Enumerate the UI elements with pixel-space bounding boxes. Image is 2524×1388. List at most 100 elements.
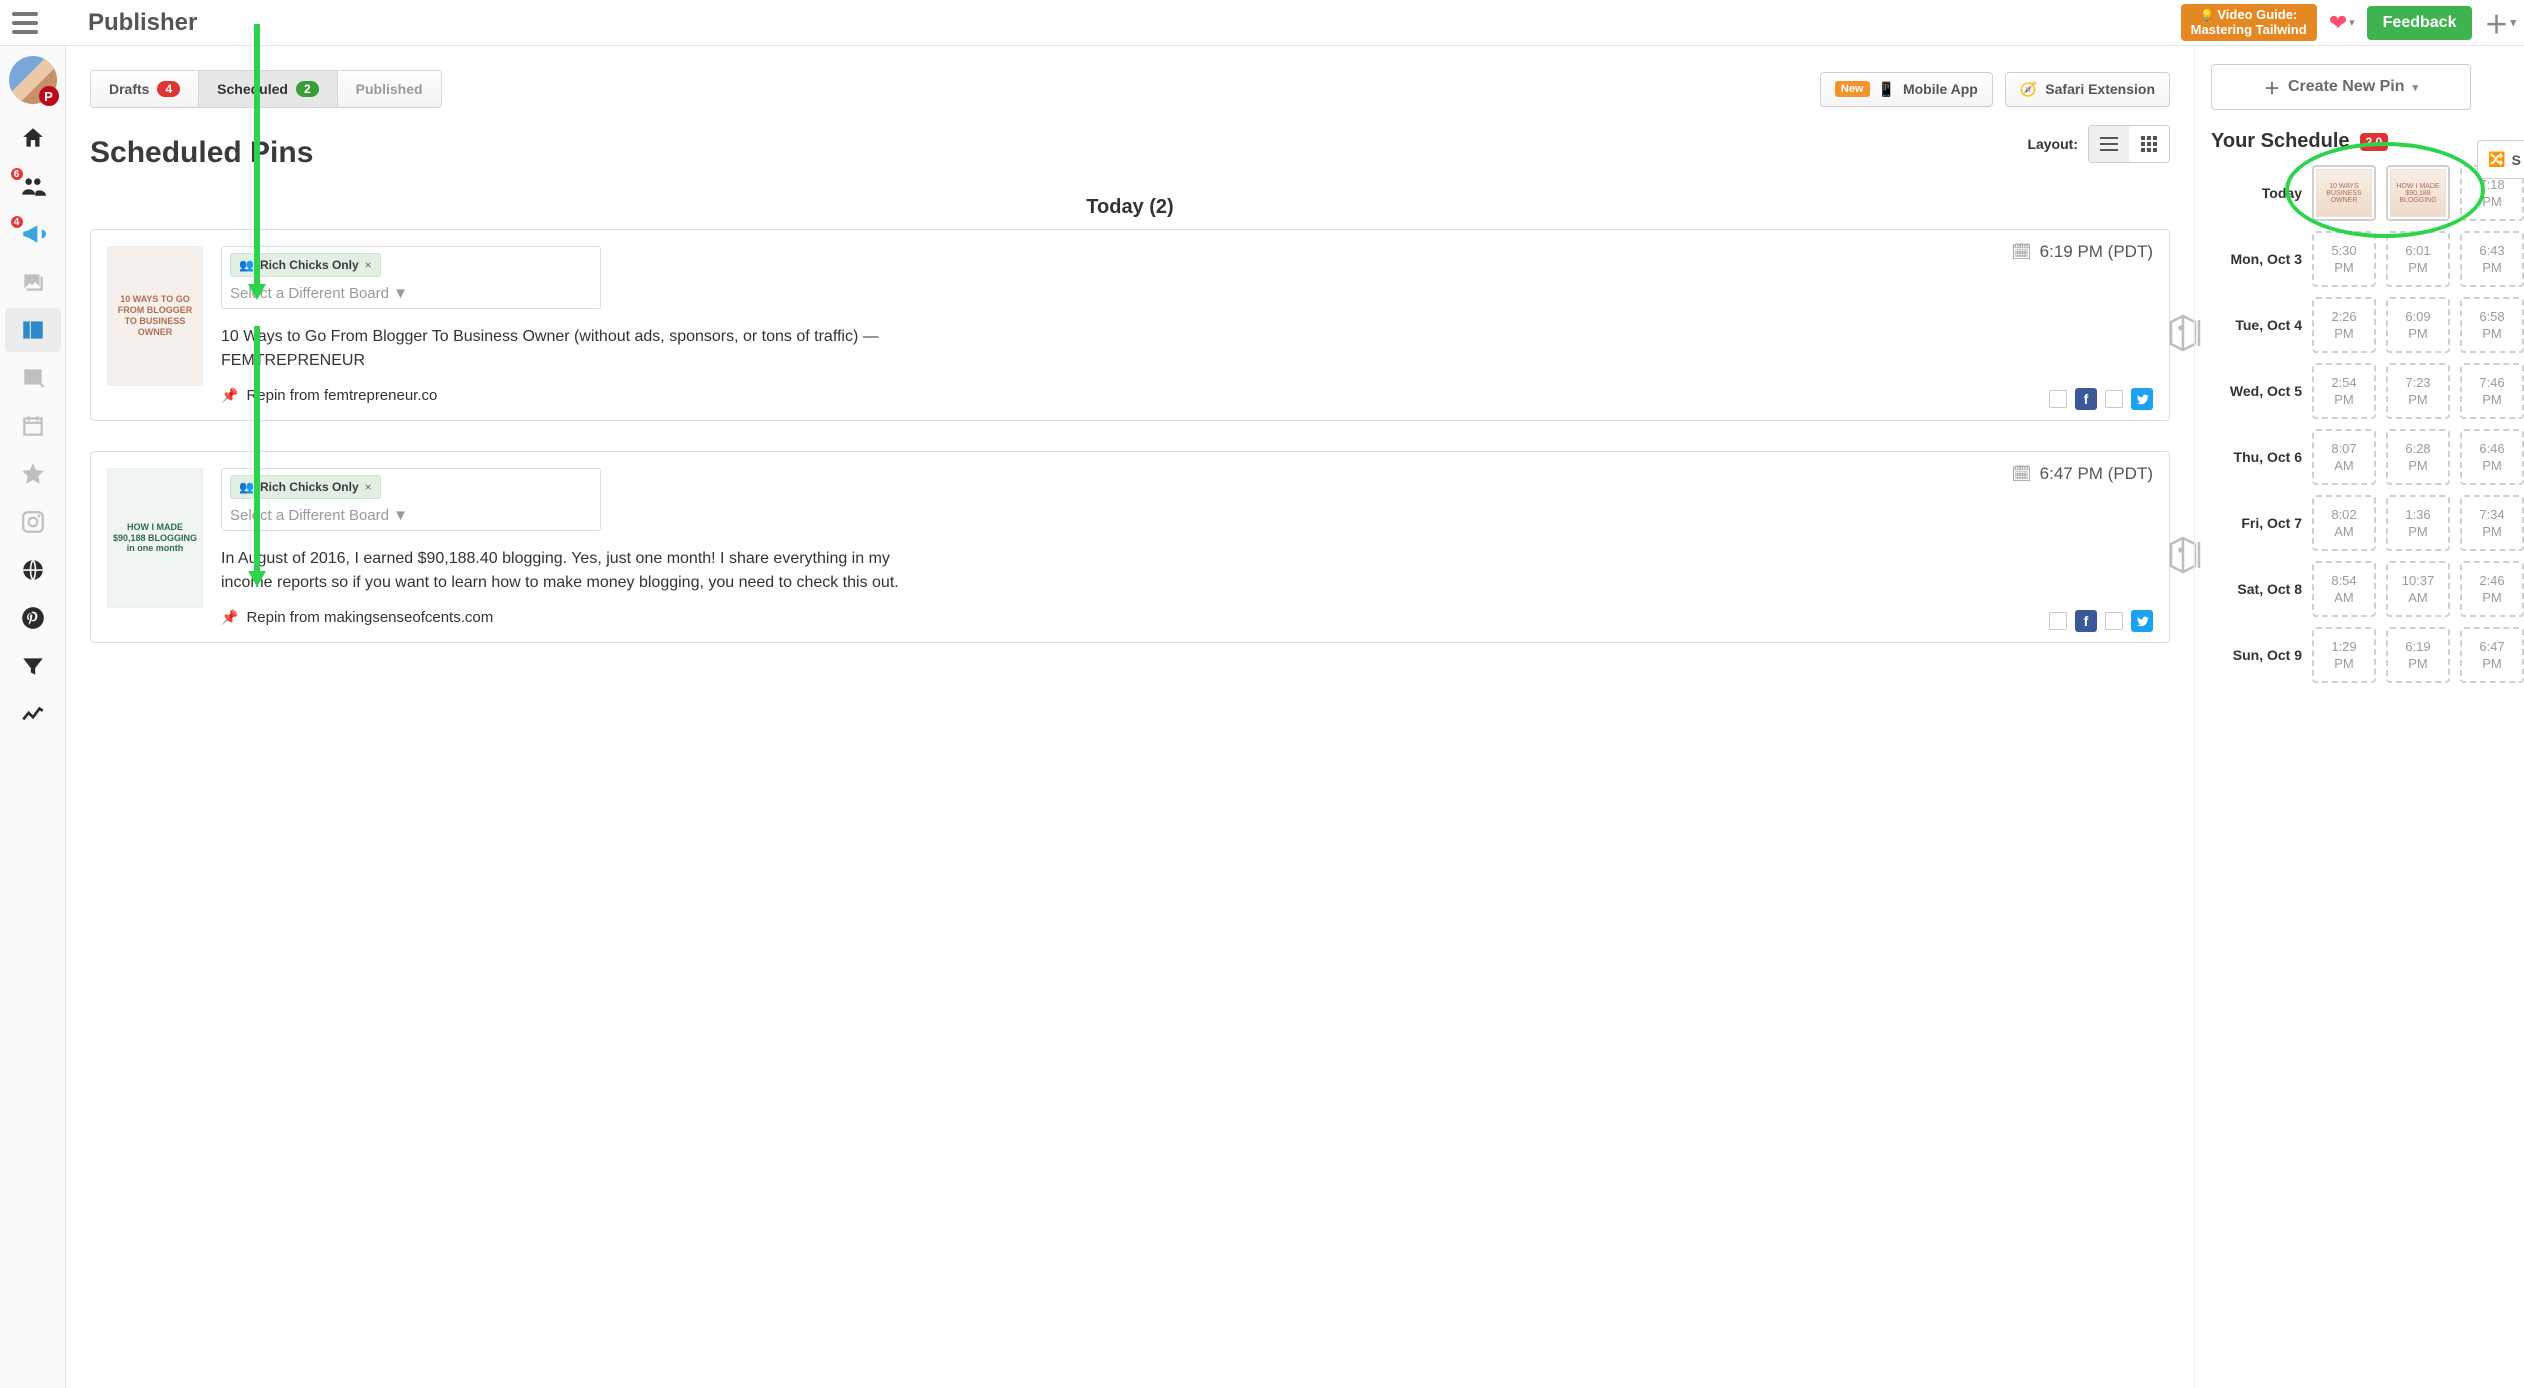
group-header-today: Today (2) [90, 196, 2170, 219]
slot-period: PM [2408, 260, 2428, 275]
schedule-slot-empty[interactable]: 6:09PM [2386, 297, 2450, 353]
nav-star[interactable] [5, 452, 61, 496]
account-avatar[interactable]: P [9, 56, 57, 104]
schedule-slot-empty[interactable]: 2:46PM [2460, 561, 2524, 617]
schedule-slot-empty[interactable]: 6:47PM [2460, 627, 2524, 683]
nav-pinterest[interactable] [5, 596, 61, 640]
facebook-icon[interactable]: f [2075, 388, 2097, 410]
video-guide-line2: Mastering Tailwind [2191, 22, 2307, 37]
schedule-row: Sat, Oct 8 8:54AM10:37AM2:46PM [2211, 561, 2524, 617]
remove-board-button[interactable]: × [365, 480, 372, 494]
safari-extension-button[interactable]: 🧭 Safari Extension [2005, 72, 2170, 107]
layout-label: Layout: [2027, 136, 2078, 152]
facebook-checkbox[interactable] [2049, 612, 2067, 630]
schedule-slot-empty[interactable]: 10:37AM [2386, 561, 2450, 617]
schedule-slot-empty[interactable]: 7:23 PM [2386, 363, 2450, 419]
board-placeholder[interactable]: Select a Different Board ▼ [230, 507, 592, 524]
twitter-icon[interactable] [2131, 388, 2153, 410]
main-content: Drafts 4 Scheduled 2 Published New 📱 Mob… [66, 46, 2194, 1388]
scheduled-time[interactable]: 🗓 6:47 PM (PDT) [2011, 464, 2153, 484]
twitter-icon[interactable] [2131, 610, 2153, 632]
tab-published-label: Published [356, 81, 423, 97]
schedule-slot-empty[interactable]: 1:29PM [2312, 627, 2376, 683]
nav-calendar[interactable] [5, 404, 61, 448]
pin-thumbnail[interactable]: HOW I MADE $90,188 BLOGGING in one month [107, 468, 203, 608]
schedule-slot-empty[interactable]: 7:46PM [2460, 363, 2524, 419]
schedule-slot-empty[interactable]: 6:58PM [2460, 297, 2524, 353]
slot-period: PM [2482, 656, 2502, 671]
feedback-button[interactable]: Feedback [2367, 6, 2473, 40]
nav-globe[interactable] [5, 548, 61, 592]
board-select[interactable]: 👥 Rich Chicks Only × Select a Different … [221, 468, 601, 531]
tab-drafts-count: 4 [157, 81, 180, 97]
nav-tribes[interactable]: 6 [5, 164, 61, 208]
page-title: Publisher [88, 9, 197, 37]
board-tag[interactable]: 👥 Rich Chicks Only × [230, 253, 381, 277]
slot-period: PM [2408, 656, 2428, 671]
schedule-slot-filled[interactable]: 10 WAYS BUSINESS OWNER [2312, 165, 2376, 221]
favorites-dropdown[interactable]: ❤▾ [2329, 10, 2355, 36]
nav-filter[interactable] [5, 644, 61, 688]
schedule-slot-empty[interactable]: 8:07AM [2312, 429, 2376, 485]
group-icon: 👥 [239, 480, 254, 494]
slot-thumbnail: HOW I MADE $90,188 BLOGGING [2390, 169, 2446, 217]
menu-toggle-button[interactable] [8, 4, 46, 42]
pin-icon: 📌 [221, 387, 238, 404]
nav-publisher[interactable] [5, 308, 61, 352]
scheduled-time[interactable]: 🗓 6:19 PM (PDT) [2011, 242, 2153, 262]
add-dropdown[interactable]: ＋▾ [2484, 5, 2516, 40]
slot-period: AM [2334, 458, 2354, 473]
pin-description[interactable]: In August of 2016, I earned $90,188.40 b… [221, 547, 941, 595]
create-new-pin-button[interactable]: ＋ Create New Pin ▾ [2211, 64, 2471, 110]
schedule-slot-empty[interactable]: 8:54AM [2312, 561, 2376, 617]
video-guide-button[interactable]: 💡 Video Guide: Mastering Tailwind [2181, 4, 2317, 42]
board-tag-label: Rich Chicks Only [260, 480, 359, 494]
schedule-slot-empty[interactable]: 6:46PM [2460, 429, 2524, 485]
twitter-checkbox[interactable] [2105, 612, 2123, 630]
repin-source: Repin from femtrepreneur.co [246, 387, 437, 404]
slot-period: PM [2334, 260, 2354, 275]
schedule-slot-empty[interactable]: 7:34PM [2460, 495, 2524, 551]
nav-instagram[interactable] [5, 500, 61, 544]
shuffle-queue-button[interactable]: 🔀 S [2477, 140, 2524, 179]
mobile-app-button[interactable]: New 📱 Mobile App [1820, 72, 1993, 107]
nav-home[interactable] [5, 116, 61, 160]
tab-scheduled[interactable]: Scheduled 2 [199, 71, 337, 107]
slot-time: 7:23 [2405, 375, 2430, 390]
slot-period: PM [2408, 392, 2428, 407]
facebook-icon[interactable]: f [2075, 610, 2097, 632]
board-placeholder[interactable]: Select a Different Board ▼ [230, 285, 592, 302]
share-row: f [2049, 610, 2153, 632]
schedule-slot-empty[interactable]: 6:19PM [2386, 627, 2450, 683]
board-select[interactable]: 👥 Rich Chicks Only × Select a Different … [221, 246, 601, 309]
slot-period: PM [2334, 656, 2354, 671]
nav-campaigns[interactable]: 4 [5, 212, 61, 256]
nav-media[interactable] [5, 260, 61, 304]
remove-board-button[interactable]: × [365, 258, 372, 272]
schedule-slot-empty[interactable]: 2:54PM [2312, 363, 2376, 419]
schedule-slot-empty[interactable]: 5:30PM [2312, 231, 2376, 287]
pin-icon: 📌 [221, 609, 238, 626]
schedule-slot-empty[interactable]: 6:28PM [2386, 429, 2450, 485]
schedule-slot-empty[interactable]: 1:36PM [2386, 495, 2450, 551]
board-tag[interactable]: 👥 Rich Chicks Only × [230, 475, 381, 499]
slot-time: 6:01 [2405, 243, 2430, 258]
schedule-slot-empty[interactable]: 6:43PM [2460, 231, 2524, 287]
schedule-slot-filled[interactable]: HOW I MADE $90,188 BLOGGING [2386, 165, 2450, 221]
nav-inspector[interactable] [5, 356, 61, 400]
tab-published[interactable]: Published [338, 71, 441, 107]
twitter-checkbox[interactable] [2105, 390, 2123, 408]
tab-drafts[interactable]: Drafts 4 [91, 71, 199, 107]
schedule-slot-empty[interactable]: 6:01 PM [2386, 231, 2450, 287]
layout-grid-button[interactable] [2129, 126, 2169, 162]
layout-list-button[interactable] [2089, 126, 2129, 162]
grid-icon [2141, 136, 2157, 152]
pin-description[interactable]: 10 Ways to Go From Blogger To Business O… [221, 325, 941, 373]
facebook-checkbox[interactable] [2049, 390, 2067, 408]
schedule-slot-empty[interactable]: 2:26PM [2312, 297, 2376, 353]
pin-thumbnail[interactable]: 10 WAYS TO GO FROM BLOGGER TO BUSINESS O… [107, 246, 203, 386]
schedule-slot-empty[interactable]: 8:02AM [2312, 495, 2376, 551]
schedule-day-label: Sat, Oct 8 [2211, 581, 2302, 597]
nav-trends[interactable] [5, 692, 61, 736]
slot-time: 2:46 [2479, 573, 2504, 588]
